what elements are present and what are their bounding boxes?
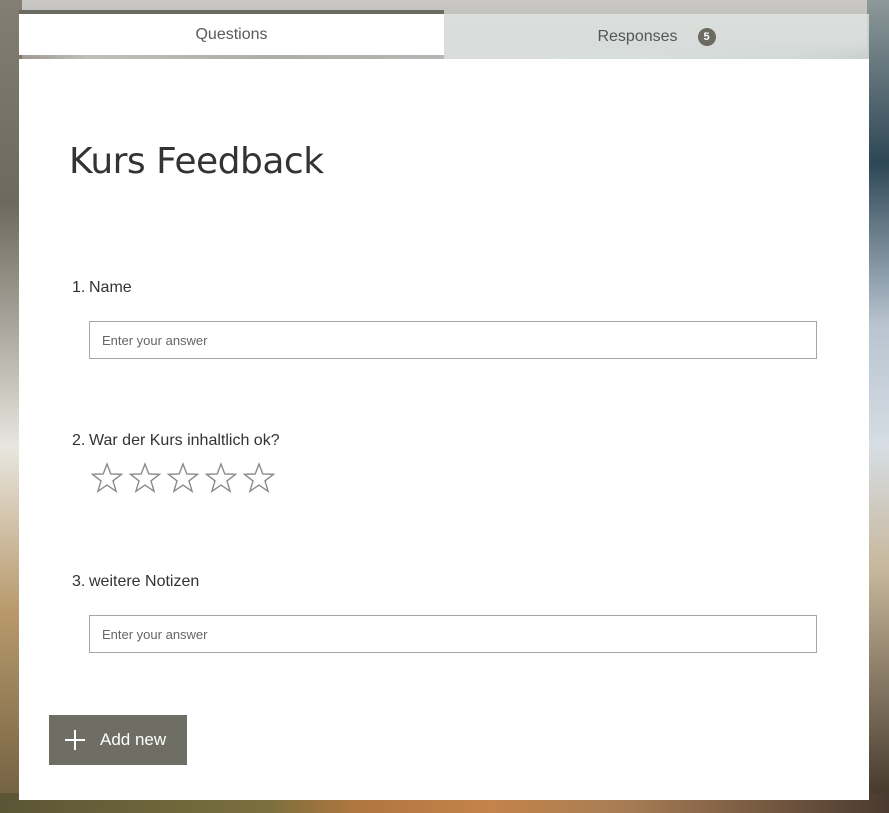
question-2-text: War der Kurs inhaltlich ok? [89, 432, 280, 449]
add-new-label: Add new [100, 730, 167, 749]
tab-bar: Questions Responses 5 [19, 10, 869, 59]
question-3-label: 3. weitere Notizen [72, 573, 199, 591]
question-1-label: 1. Name [72, 279, 132, 297]
plus-icon [65, 730, 85, 750]
form-title[interactable]: Kurs Feedback [69, 141, 324, 182]
star-5-icon[interactable] [243, 462, 275, 494]
question-2: 2. War der Kurs inhaltlich ok? [72, 432, 280, 493]
responses-count-badge: 5 [697, 27, 716, 46]
question-3-answer-input[interactable] [89, 615, 817, 653]
question-1: 1. Name [72, 279, 817, 359]
star-3-icon[interactable] [167, 462, 199, 494]
question-1-number: 1. [72, 279, 86, 296]
star-2-icon[interactable] [129, 462, 161, 494]
rating-stars [91, 462, 275, 494]
tab-questions-label: Questions [195, 25, 268, 43]
background-right-edge [867, 0, 889, 813]
question-1-text: Name [89, 279, 132, 296]
question-3: 3. weitere Notizen [72, 573, 817, 653]
question-2-label: 2. War der Kurs inhaltlich ok? [72, 432, 280, 450]
star-1-icon[interactable] [91, 462, 123, 494]
question-1-answer-input[interactable] [89, 321, 817, 359]
question-3-text: weitere Notizen [89, 573, 200, 590]
tab-responses-label: Responses [597, 27, 678, 45]
question-3-number: 3. [72, 573, 86, 590]
tab-questions[interactable]: Questions [19, 10, 444, 55]
star-4-icon[interactable] [205, 462, 237, 494]
form-card: Kurs Feedback 1. Name 2. War der Kurs in… [19, 59, 869, 800]
tab-responses[interactable]: Responses 5 [444, 14, 869, 59]
add-new-button[interactable]: Add new [49, 715, 187, 765]
question-2-number: 2. [72, 432, 86, 449]
